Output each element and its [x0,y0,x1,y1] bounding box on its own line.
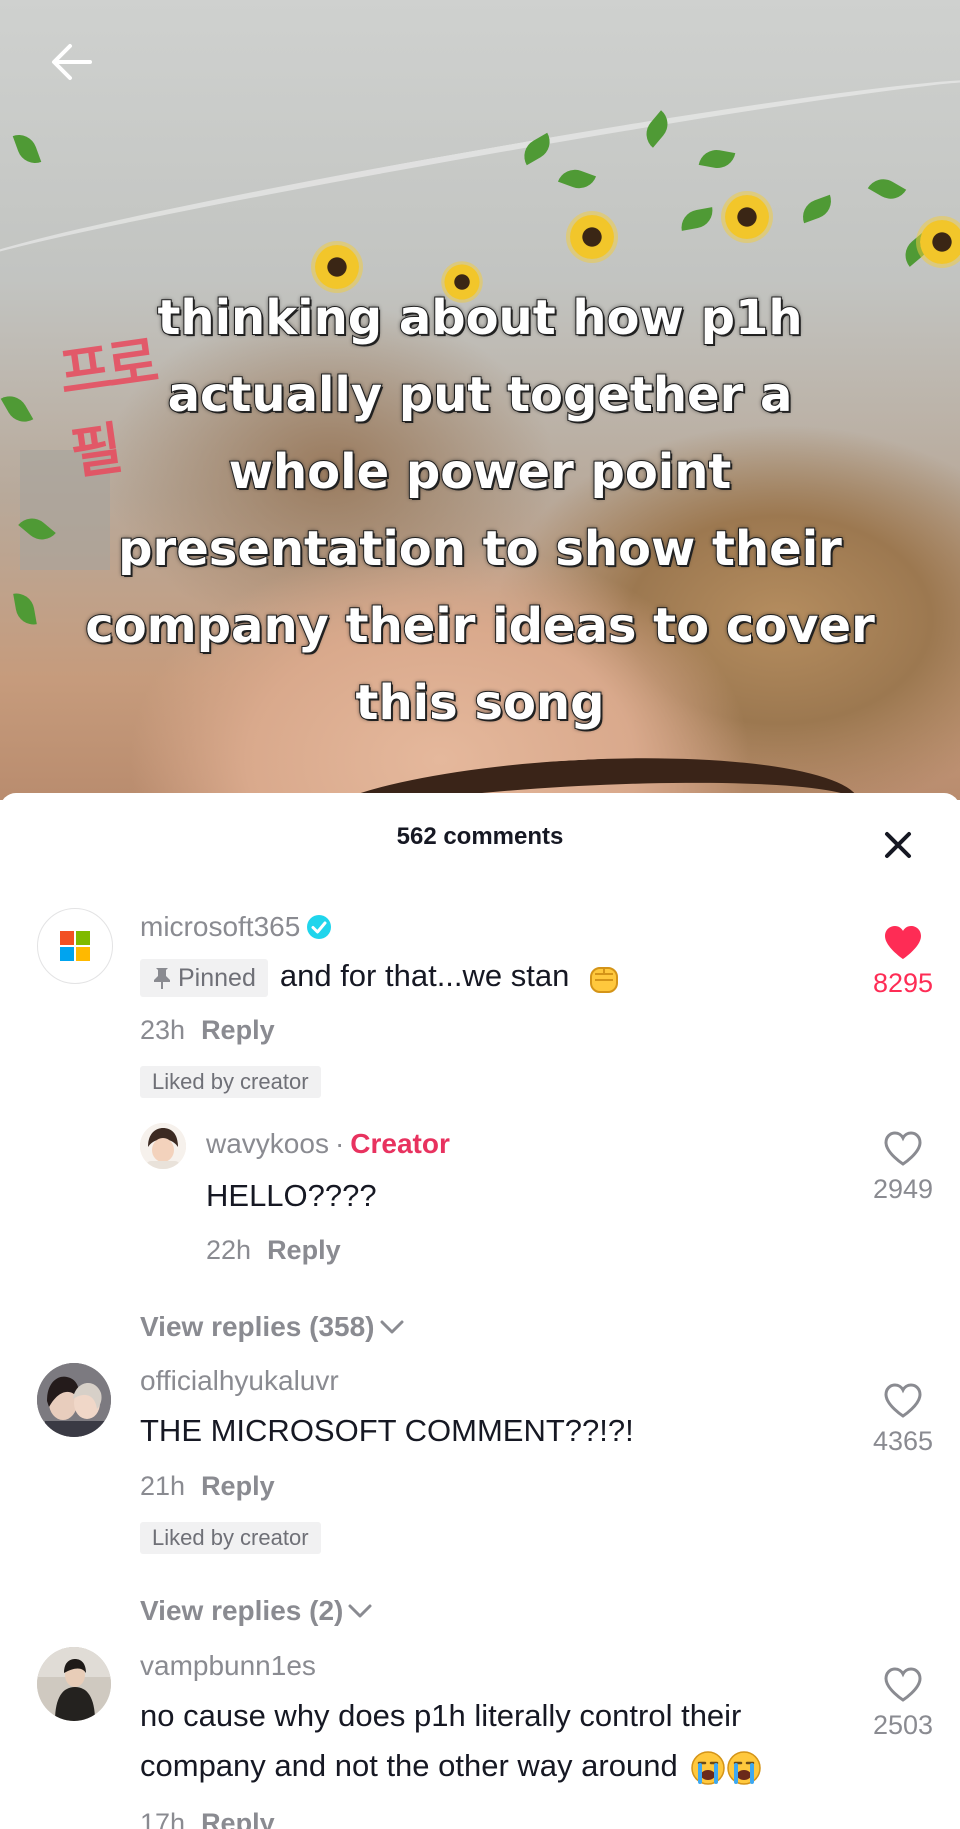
comments-sheet: 562 comments microsoft365 Pinned and for… [0,793,960,1829]
sunflower-decoration [725,195,769,239]
comments-count-title: 562 comments [396,823,564,850]
like-count: 2949 [872,1174,934,1204]
leaf-decoration [797,194,837,224]
crying-emoji-icon [691,1751,762,1785]
arrow-left-icon [52,44,92,80]
liked-by-creator-badge: Liked by creator [140,1522,321,1554]
comment-text: no cause why does p1h literally control … [140,1691,840,1791]
view-replies-label: View replies (2) [140,1595,344,1626]
comment-username[interactable]: microsoft365 [140,911,332,943]
reply-time: 22h [206,1235,252,1265]
microsoft-logo-icon [60,931,90,961]
comment-time: 23h [140,1015,186,1045]
avatar[interactable] [140,1123,186,1169]
user-photo-icon [37,1647,111,1721]
fist-emoji-icon [590,966,618,993]
heart-filled-icon [885,926,921,959]
like-count: 8295 [872,968,934,998]
reply-button[interactable]: Reply [201,1471,275,1501]
user-photo-icon [140,1123,186,1169]
avatar[interactable] [37,1647,111,1721]
comment-text: THE MICROSOFT COMMENT??!?! [140,1413,634,1448]
view-replies-button[interactable]: View replies (358) [140,1311,405,1343]
avatar[interactable] [37,1363,111,1437]
sunflower-decoration [920,220,960,264]
video-caption: thinking about how p1h actually put toge… [84,289,876,732]
comment-meta: 17h Reply [140,1808,275,1829]
comment-text: Pinned and for that...we stan [140,951,840,1001]
like-count: 4365 [872,1426,934,1456]
leaf-decoration [867,172,907,206]
reply-meta: 22h Reply [206,1235,341,1266]
reply-username-row[interactable]: wavykoos · Creator [206,1128,450,1160]
reply-username: wavykoos [206,1128,329,1159]
comment-text-content: no cause why does p1h literally control … [140,1698,742,1783]
comment-username[interactable]: officialhyukaluvr [140,1365,339,1397]
pinned-badge: Pinned [140,958,268,997]
view-replies-label: View replies (358) [140,1311,375,1342]
back-button[interactable] [44,34,100,90]
heart-outline-icon [884,1383,922,1418]
heart-outline-icon [884,1131,922,1166]
reply-button[interactable]: Reply [201,1015,275,1045]
separator-dot: · [334,1128,345,1159]
sunflower-decoration [570,215,614,259]
video-player[interactable]: 프로필 thinking about how p1h actually put … [0,0,960,800]
leaf-decoration [678,207,716,231]
like-button[interactable]: 2949 [858,1131,948,1205]
username-text: microsoft365 [140,911,301,942]
reply-text: HELLO???? [206,1178,377,1213]
leaf-decoration [13,590,37,628]
heart-outline-icon [884,1667,922,1702]
close-icon [885,832,911,858]
like-button[interactable]: 2503 [858,1667,948,1741]
comment-meta: 21h Reply [140,1471,275,1502]
avatar[interactable] [37,908,113,984]
close-button[interactable] [876,823,920,867]
face-eyebrow [297,745,863,800]
creator-tag: Creator [350,1128,450,1159]
leaf-decoration [0,389,34,429]
wall-decoration [0,60,960,286]
comment-meta: 23h Reply [140,1015,275,1046]
reply-button[interactable]: Reply [267,1235,341,1265]
reply-button[interactable]: Reply [201,1808,275,1829]
user-photo-icon [37,1363,111,1437]
chevron-down-icon [348,1604,372,1618]
chevron-down-icon [380,1320,403,1334]
verified-badge-icon [307,915,332,939]
like-count: 2503 [872,1710,934,1740]
pin-icon [154,967,170,989]
leaf-decoration [12,129,42,169]
liked-by-creator-badge: Liked by creator [140,1066,321,1098]
view-replies-button[interactable]: View replies (2) [140,1595,373,1627]
comment-time: 17h [140,1808,186,1829]
comment-username[interactable]: vampbunn1es [140,1650,316,1682]
comment-text-content: and for that...we stan [279,958,570,993]
comment-time: 21h [140,1471,186,1501]
pinned-label: Pinned [178,963,256,992]
like-button[interactable]: 8295 [858,925,948,999]
like-button[interactable]: 4365 [858,1383,948,1457]
